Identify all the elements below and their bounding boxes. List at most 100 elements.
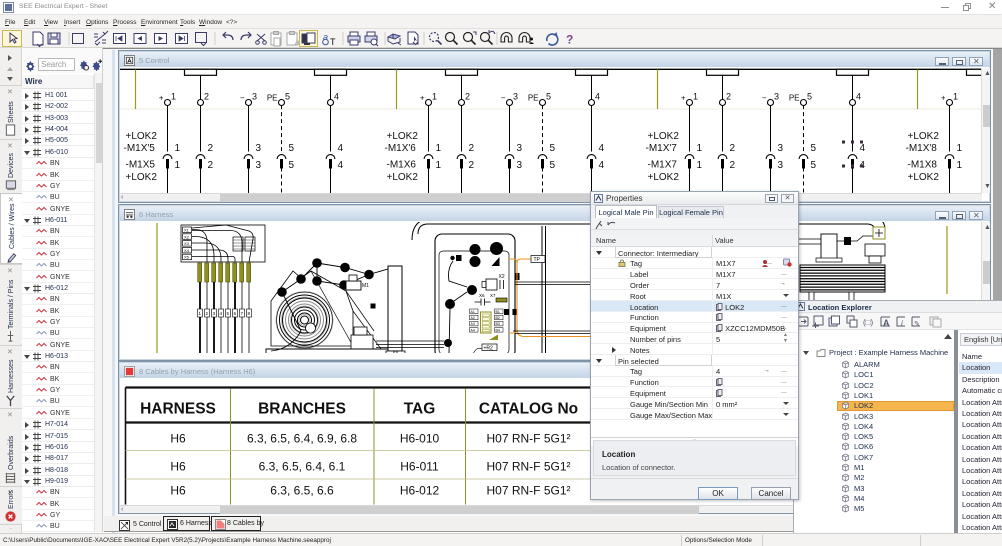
svg-text:+: + <box>941 94 946 103</box>
svg-text:M1: M1 <box>362 283 369 289</box>
svg-text:1: 1 <box>957 143 963 154</box>
svg-text:A2: A2 <box>471 316 475 320</box>
svg-text:-M1X6: -M1X6 <box>387 160 417 171</box>
svg-text:−: − <box>762 94 767 103</box>
svg-text:1: 1 <box>697 160 703 171</box>
svg-text:H6: H6 <box>170 460 186 474</box>
svg-text:A4: A4 <box>471 328 475 332</box>
svg-text:1: 1 <box>436 143 442 154</box>
svg-text:-M1X7: -M1X7 <box>648 160 678 171</box>
svg-text:X7: X7 <box>490 293 496 298</box>
svg-text:+LOK2: +LOK2 <box>126 172 158 183</box>
svg-text:A: A <box>883 318 890 328</box>
svg-text:H6: H6 <box>170 432 186 446</box>
svg-text:TAG: TAG <box>404 401 436 418</box>
svg-text:H07 RN-F 5G1²: H07 RN-F 5G1² <box>486 432 570 446</box>
svg-text:-M1X5: -M1X5 <box>126 160 156 171</box>
svg-text:4: 4 <box>599 143 605 154</box>
svg-text:5: 5 <box>289 143 295 154</box>
svg-text:5: 5 <box>546 92 551 102</box>
svg-text:+R2: +R2 <box>484 346 494 352</box>
svg-text:?: ? <box>566 33 573 47</box>
svg-text:2: 2 <box>730 143 736 154</box>
svg-text:X6: X6 <box>479 293 485 298</box>
svg-text:1: 1 <box>697 143 703 154</box>
svg-text:2: 2 <box>465 92 470 102</box>
svg-text:X3: X3 <box>184 241 190 246</box>
svg-text:-M1X'5: -M1X'5 <box>124 143 156 154</box>
svg-text:3: 3 <box>252 92 257 102</box>
svg-text:−: − <box>501 94 506 103</box>
svg-text:X2: X2 <box>499 274 505 280</box>
svg-text:HARNESS: HARNESS <box>140 401 216 418</box>
svg-text:B2: B2 <box>496 316 500 320</box>
svg-text:5: 5 <box>811 143 817 154</box>
svg-text:2: 2 <box>726 92 731 102</box>
svg-text:✎: ✎ <box>914 321 920 328</box>
svg-text:1: 1 <box>957 160 963 171</box>
svg-text:-M1X'6: -M1X'6 <box>385 143 417 154</box>
svg-text:-M1X'8: -M1X'8 <box>906 143 938 154</box>
svg-text:3: 3 <box>517 160 523 171</box>
svg-text:5: 5 <box>285 92 290 102</box>
svg-text:B3: B3 <box>496 322 500 326</box>
svg-text:2: 2 <box>469 160 475 171</box>
svg-text:+: + <box>420 94 425 103</box>
svg-text:H07 RN-F 5G1²: H07 RN-F 5G1² <box>486 484 570 498</box>
svg-text:BRANCHES: BRANCHES <box>258 401 346 418</box>
svg-text:1: 1 <box>953 92 958 102</box>
svg-text:H07 RN-F 5G1²: H07 RN-F 5G1² <box>486 460 570 474</box>
svg-text:6.3, 6.5, 6.4, 6.9, 6.8: 6.3, 6.5, 6.4, 6.9, 6.8 <box>247 432 357 446</box>
svg-text:3: 3 <box>778 143 784 154</box>
svg-text:+LOK2: +LOK2 <box>648 172 680 183</box>
svg-text:TP: TP <box>534 257 541 263</box>
svg-text:4: 4 <box>860 143 866 154</box>
svg-text:1: 1 <box>175 160 181 171</box>
svg-text:-M1X'7: -M1X'7 <box>646 143 678 154</box>
svg-text:B1: B1 <box>496 310 500 314</box>
svg-text:(□): (□) <box>863 318 873 327</box>
svg-text:+: + <box>681 94 686 103</box>
svg-text:4: 4 <box>334 92 339 102</box>
svg-text:5: 5 <box>811 160 817 171</box>
svg-text:A1: A1 <box>471 310 475 314</box>
svg-text:3: 3 <box>778 160 784 171</box>
svg-text:X2: X2 <box>184 234 190 239</box>
svg-text:4: 4 <box>599 160 605 171</box>
svg-text:H6: H6 <box>170 484 186 498</box>
svg-text:B4: B4 <box>496 328 500 332</box>
svg-text:PE: PE <box>789 94 800 103</box>
svg-text:−: − <box>240 94 245 103</box>
svg-text:X1: X1 <box>184 228 190 233</box>
svg-text:+LOK2: +LOK2 <box>387 172 419 183</box>
svg-text:CATALOG No: CATALOG No <box>479 401 578 418</box>
svg-text:2: 2 <box>208 160 214 171</box>
svg-text:6.3, 6.5, 6.4, 6.1: 6.3, 6.5, 6.4, 6.1 <box>259 460 346 474</box>
svg-text:2: 2 <box>204 92 209 102</box>
svg-text:3: 3 <box>256 143 262 154</box>
svg-text:3: 3 <box>774 92 779 102</box>
svg-text:+LOK2: +LOK2 <box>387 131 419 142</box>
svg-text:+: + <box>159 94 164 103</box>
svg-text:4: 4 <box>338 160 344 171</box>
svg-text:X5: X5 <box>184 255 190 260</box>
svg-text:+LOK2: +LOK2 <box>908 172 940 183</box>
svg-text:PE: PE <box>267 94 278 103</box>
svg-text:X4: X4 <box>184 248 190 253</box>
svg-text:-M1X8: -M1X8 <box>908 160 938 171</box>
svg-text:3: 3 <box>256 160 262 171</box>
svg-text:1: 1 <box>693 92 698 102</box>
svg-text:4: 4 <box>856 92 861 102</box>
svg-text:4: 4 <box>595 92 600 102</box>
svg-text:1: 1 <box>171 92 176 102</box>
svg-text:+LOK2: +LOK2 <box>648 131 680 142</box>
svg-text:3: 3 <box>513 92 518 102</box>
svg-text:T: T <box>330 37 336 47</box>
svg-text:3: 3 <box>517 143 523 154</box>
svg-text:2: 2 <box>208 143 214 154</box>
svg-text:5: 5 <box>289 160 295 171</box>
svg-text:2: 2 <box>469 143 475 154</box>
svg-text:+LOK2: +LOK2 <box>126 131 158 142</box>
svg-text:H6-012: H6-012 <box>400 484 440 498</box>
svg-text:1: 1 <box>432 92 437 102</box>
